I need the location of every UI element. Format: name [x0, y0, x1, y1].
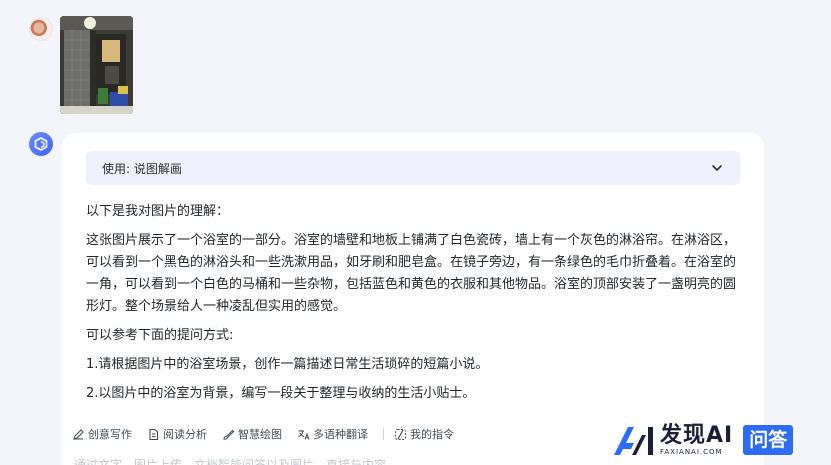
bathroom-photo: [60, 16, 133, 114]
watermark-title: 发现AI: [660, 423, 734, 448]
suggestion-item[interactable]: 1.请根据图片中的浴室场景，创作一篇描述日常生活琐碎的短篇小说。: [86, 354, 740, 376]
assistant-logo-icon: [34, 137, 48, 151]
suggestion-item[interactable]: 2.以图片中的浴室为背景，编写一段关于整理与收纳的生活小贴士。: [86, 383, 740, 405]
brush-icon: [223, 429, 235, 440]
creative-writing-label: 创意写作: [88, 428, 132, 441]
creative-writing-button[interactable]: 创意写作: [72, 426, 132, 442]
usage-mode-bar[interactable]: 使用: 说图解画: [86, 151, 740, 185]
response-description: 这张图片展示了一个浴室的一部分。浴室的墙壁和地板上铺满了白色瓷砖，墙上有一个灰色…: [86, 233, 737, 314]
faxianai-logo-icon: [614, 427, 653, 455]
usage-mode-label: 使用: 说图解画: [102, 161, 182, 176]
site-watermark: 发现AI FAXIANAI.COM 问答: [612, 420, 822, 460]
toolbar-divider: [383, 428, 384, 440]
multi-translate-label: 多语种翻译: [313, 428, 368, 441]
watermark-subtitle: FAXIANAI.COM: [660, 448, 723, 456]
response-content: 以下是我对图片的理解： 这张图片展示了一个浴室的一部分。浴室的墙壁和地板上铺满了…: [86, 201, 740, 412]
pen-icon: [73, 428, 84, 440]
multi-translate-button[interactable]: 多语种翻译: [297, 426, 368, 442]
prompt-heading: 可以参考下面的提问方式:: [86, 328, 234, 343]
input-placeholder: 通过文字，图片上传，文档智能问答以及图片，直接与内容: [74, 458, 387, 465]
smart-drawing-label: 智慧绘图: [238, 428, 282, 441]
chevron-down-icon[interactable]: [710, 161, 724, 175]
my-commands-label: 我的指令: [410, 428, 454, 441]
my-commands-button[interactable]: 我的指令: [394, 426, 454, 442]
response-intro: 以下是我对图片的理解：: [86, 204, 230, 219]
assistant-avatar: [29, 132, 53, 156]
translate-icon: [298, 429, 310, 440]
uploaded-photo-thumbnail[interactable]: [60, 16, 133, 114]
user-avatar: [29, 17, 53, 41]
watermark-badge: 问答: [743, 425, 794, 455]
smart-drawing-button[interactable]: 智慧绘图: [222, 426, 282, 442]
watermark-text: 发现AI FAXIANAI.COM: [660, 423, 734, 457]
slash-command-icon: [395, 428, 406, 440]
reading-analysis-label: 阅读分析: [163, 428, 207, 441]
reading-analysis-button[interactable]: 阅读分析: [147, 426, 207, 442]
document-icon: [149, 428, 159, 440]
